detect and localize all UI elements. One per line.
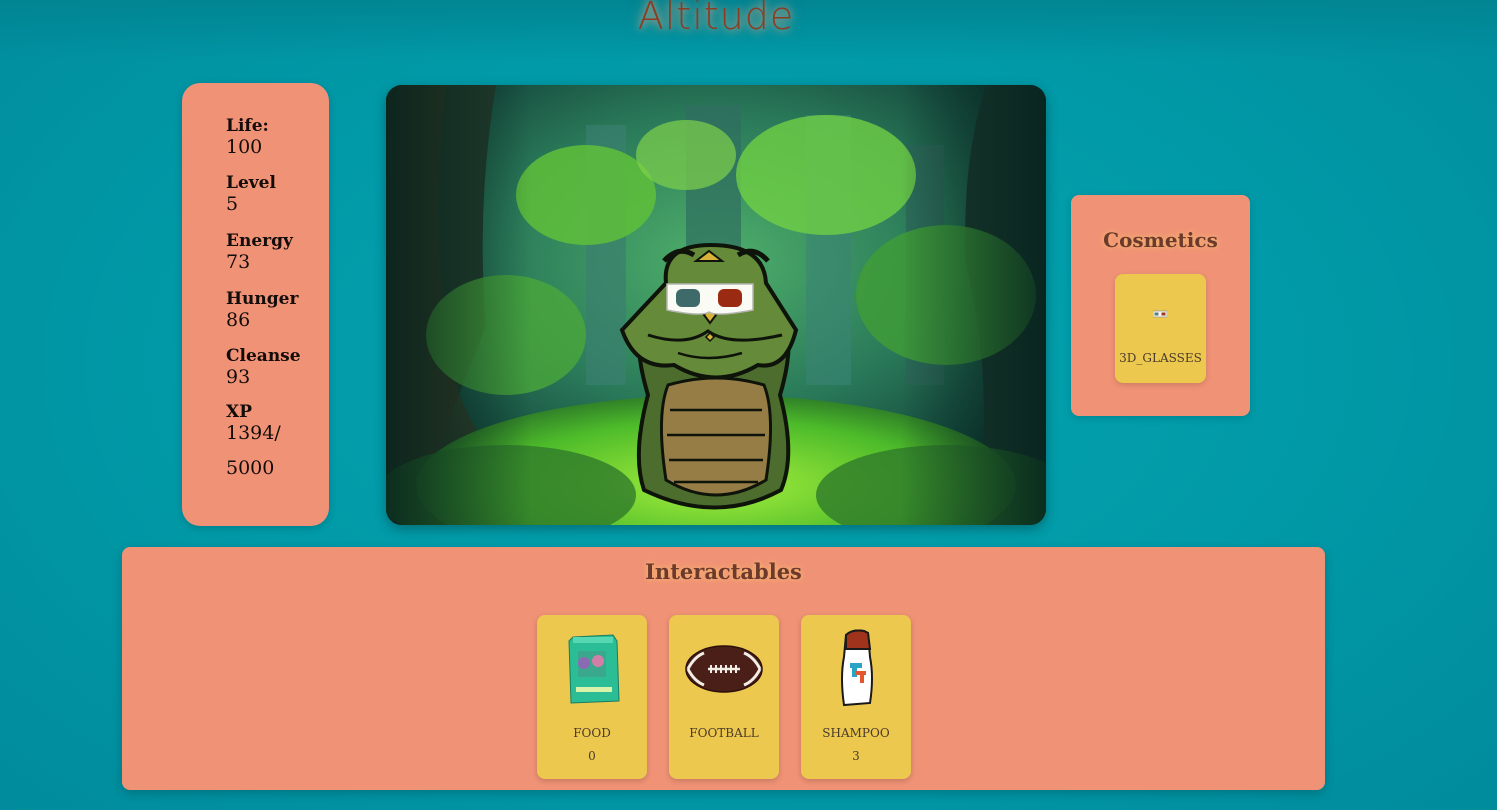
interactables-panel: Interactables FOOD 0 FOOTBALL SHAMPOO 3 xyxy=(122,547,1325,790)
3d-glasses-icon xyxy=(1153,310,1167,318)
item-name: FOOTBALL xyxy=(689,726,759,740)
stat-value: 86 xyxy=(226,309,251,331)
forest-background xyxy=(386,85,1046,525)
stat-value: 93 xyxy=(226,366,251,388)
app-title: Altitude xyxy=(637,0,795,38)
item-count: 3 xyxy=(852,749,860,763)
stats-panel: Life: 100 Level 5 Energy 73 Hunger 86 Cl… xyxy=(182,83,329,526)
stat-level: Level 5 xyxy=(226,173,316,215)
stat-label: XP xyxy=(226,402,252,422)
interactable-item-football[interactable]: FOOTBALL xyxy=(669,615,779,779)
stat-energy: Energy 73 xyxy=(226,231,316,273)
stat-value: 73 xyxy=(226,251,251,273)
shampoo-bottle-icon xyxy=(841,629,873,707)
football-icon xyxy=(685,645,763,693)
interactable-item-food[interactable]: FOOD 0 xyxy=(537,615,647,779)
cosmetics-panel: Cosmetics 3D_GLASSES xyxy=(1071,195,1250,416)
stat-xp: XP 1394/ 5000 xyxy=(226,402,316,479)
stat-value: 1394/ xyxy=(226,422,281,444)
pet-scene[interactable] xyxy=(386,85,1046,525)
stat-label: Level xyxy=(226,173,276,193)
stat-label: Life: xyxy=(226,116,269,136)
stat-value: 100 xyxy=(226,136,263,158)
item-name: FOOD xyxy=(573,726,611,740)
item-count: 0 xyxy=(588,749,596,763)
stat-label: Energy xyxy=(226,231,293,251)
interactables-heading: Interactables xyxy=(645,559,802,584)
cosmetic-label: 3D_GLASSES xyxy=(1119,351,1202,365)
stat-xp-max: 5000 xyxy=(226,457,275,479)
cosmetics-heading: Cosmetics xyxy=(1103,228,1218,252)
interactable-item-shampoo[interactable]: SHAMPOO 3 xyxy=(801,615,911,779)
cosmetic-item-3d-glasses[interactable]: 3D_GLASSES xyxy=(1115,274,1206,383)
stat-label: Cleanse xyxy=(226,346,301,366)
stat-label: Hunger xyxy=(226,289,299,309)
stat-value: 5 xyxy=(226,193,239,215)
item-name: SHAMPOO xyxy=(822,726,890,740)
stat-life: Life: 100 xyxy=(226,116,316,158)
food-bag-icon xyxy=(568,634,620,704)
stat-cleanse: Cleanse 93 xyxy=(226,346,316,388)
equipped-3d-glasses xyxy=(666,283,754,315)
stat-hunger: Hunger 86 xyxy=(226,289,316,331)
